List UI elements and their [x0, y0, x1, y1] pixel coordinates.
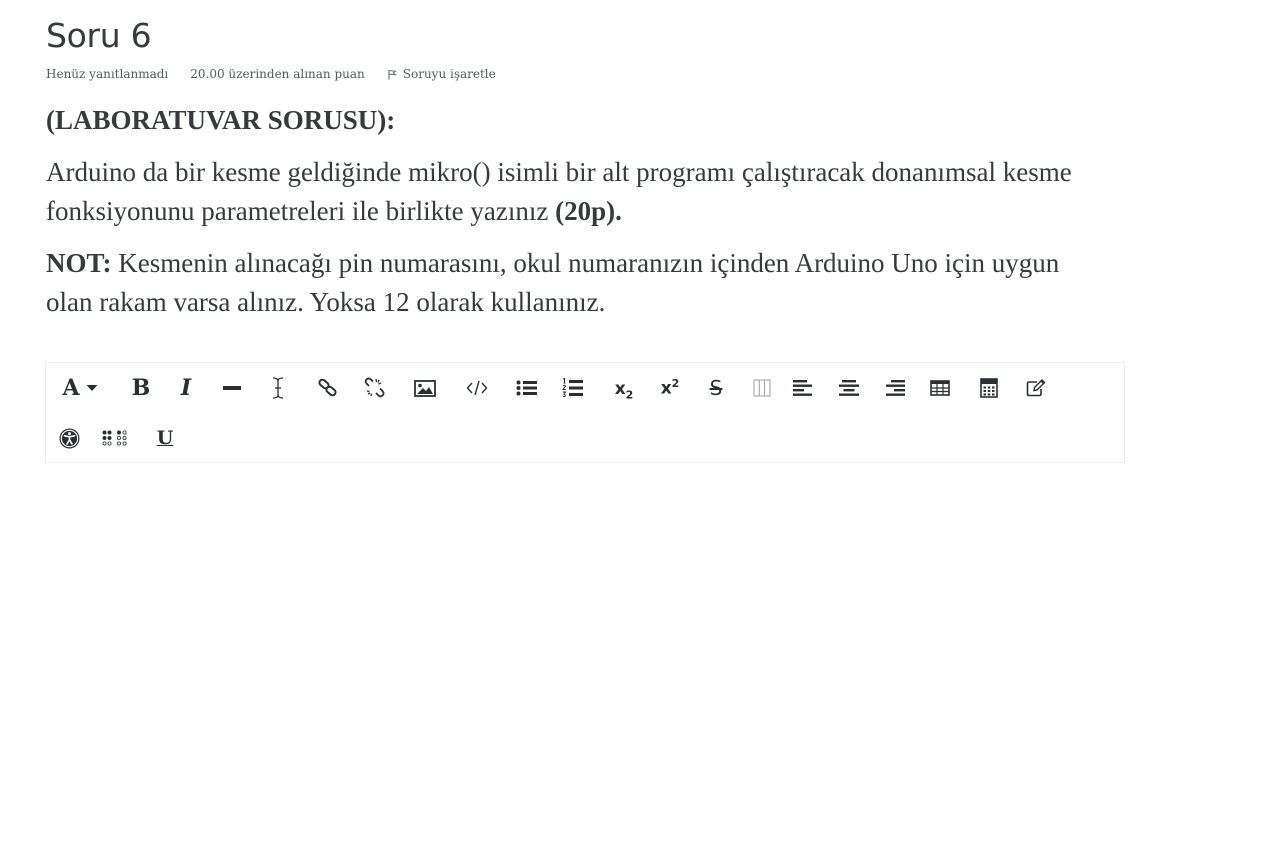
columns-button[interactable]	[747, 373, 777, 403]
note-label: NOT:	[46, 248, 112, 278]
ordered-list-button[interactable]	[558, 373, 588, 403]
align-left-button[interactable]	[788, 373, 818, 403]
question-points: (20p).	[555, 196, 622, 226]
braille-button[interactable]	[100, 423, 130, 453]
braille-icon	[102, 430, 127, 446]
font-style-icon: A	[62, 375, 80, 401]
align-center-icon	[839, 380, 859, 396]
horizontal-rule-button[interactable]	[217, 373, 247, 403]
align-right-icon	[886, 380, 905, 396]
subscript-button[interactable]: x2	[609, 375, 639, 405]
answer-editor[interactable]: A B I x2 x2 S U	[45, 362, 1125, 463]
superscript-icon: x2	[661, 377, 680, 399]
unlink-icon	[364, 377, 385, 398]
columns-icon	[753, 379, 771, 397]
subscript-mark: 2	[625, 388, 634, 402]
flag-question-label: Soruyu işaretle	[402, 67, 496, 81]
subscript-icon: x2	[615, 379, 634, 401]
question-grade: 20.00 üzerinden alınan puan	[190, 67, 365, 81]
question-paragraph: Arduino da bir kesme geldiğinde mikro() …	[46, 153, 1106, 231]
chevron-down-icon	[86, 385, 98, 391]
code-icon	[466, 380, 488, 396]
italic-icon: I	[180, 375, 192, 401]
link-icon	[318, 378, 337, 397]
question-title: Soru 6	[46, 16, 152, 55]
edit-icon	[1026, 379, 1046, 397]
question-header: Soru 6	[46, 14, 152, 58]
note-text: Kesmenin alınacağı pin numarasını, okul …	[46, 248, 1060, 317]
table-icon	[930, 380, 950, 396]
align-center-button[interactable]	[834, 373, 864, 403]
font-style-button[interactable]: A	[56, 373, 104, 403]
lab-heading: (LABORATUVAR SORUSU):	[46, 105, 396, 135]
image-icon	[414, 379, 436, 397]
accessibility-icon	[59, 428, 79, 448]
link-button[interactable]	[313, 373, 343, 403]
bold-button[interactable]: B	[126, 373, 156, 403]
text-cursor-button[interactable]	[263, 373, 293, 403]
table-button[interactable]	[925, 373, 955, 403]
underline-icon: U	[156, 427, 174, 449]
code-button[interactable]	[462, 373, 492, 403]
align-left-icon	[793, 380, 812, 396]
flag-icon	[388, 69, 397, 79]
italic-button[interactable]: I	[171, 373, 201, 403]
unlink-button[interactable]	[359, 373, 389, 403]
accessibility-button[interactable]	[54, 423, 84, 453]
calculator-button[interactable]	[974, 373, 1004, 403]
question-info: Henüz yanıtlanmadı 20.00 üzerinden alına…	[46, 67, 496, 81]
flag-question-link[interactable]: Soruyu işaretle	[387, 67, 496, 81]
subscript-base: x	[614, 378, 626, 399]
text-cursor-icon	[272, 377, 284, 399]
ordered-list-icon	[562, 378, 583, 397]
superscript-button[interactable]: x2	[655, 373, 685, 403]
align-right-button[interactable]	[880, 373, 910, 403]
superscript-mark: 2	[671, 377, 680, 391]
image-button[interactable]	[410, 373, 440, 403]
question-status: Henüz yanıtlanmadı	[46, 67, 169, 81]
unordered-list-icon	[516, 380, 537, 396]
underline-button[interactable]: U	[150, 423, 180, 453]
bold-icon: B	[131, 375, 151, 401]
calculator-icon	[980, 378, 998, 398]
unordered-list-button[interactable]	[512, 373, 542, 403]
note-paragraph: NOT: Kesmenin alınacağı pin numarasını, …	[46, 244, 1106, 322]
horizontal-rule-icon	[223, 386, 241, 390]
edit-button[interactable]	[1021, 373, 1051, 403]
strikethrough-button[interactable]: S	[701, 373, 731, 403]
question-text: (LABORATUVAR SORUSU): Arduino da bir kes…	[46, 100, 1106, 322]
strikethrough-icon: S	[709, 376, 723, 400]
superscript-base: x	[660, 378, 672, 399]
